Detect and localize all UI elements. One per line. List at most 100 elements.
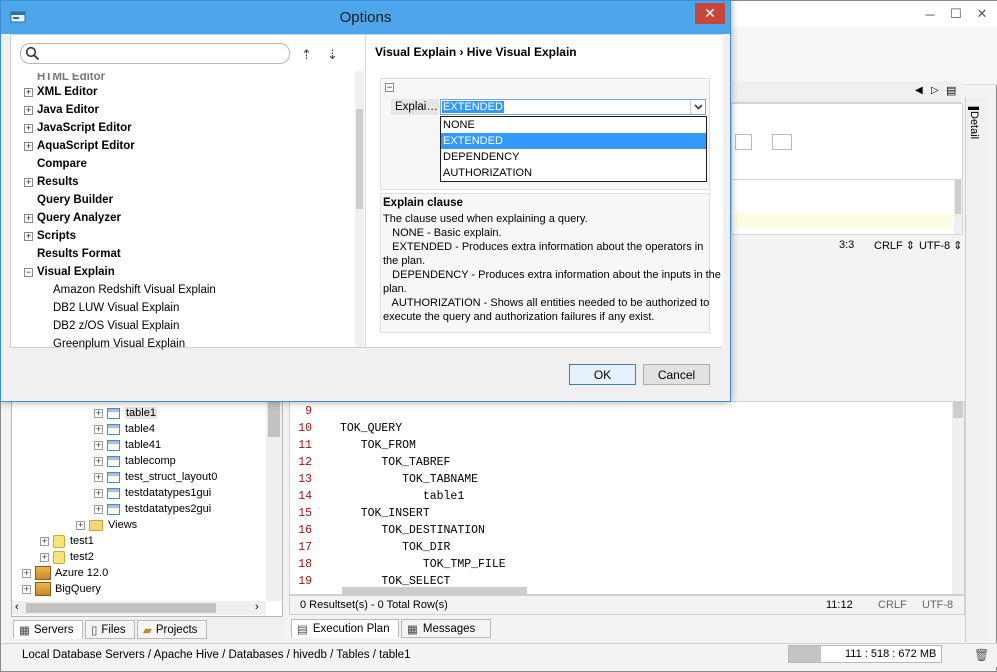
nav-item[interactable]: Compare — [37, 155, 87, 173]
nav-item-label: Greenplum Visual Explain — [53, 338, 186, 350]
tab-projects[interactable]: ▰ Projects — [137, 620, 207, 639]
tree-item[interactable]: + table4 — [94, 421, 155, 437]
expand-icon[interactable]: + — [24, 142, 33, 151]
collapse-all-icon[interactable]: ⇣ — [327, 47, 338, 63]
expand-icon[interactable]: + — [24, 88, 33, 97]
nav-item[interactable]: XML Editor — [37, 83, 97, 101]
tree-item[interactable]: + BigQuery — [22, 581, 101, 597]
dropdown-option[interactable]: EXTENDED — [441, 133, 706, 149]
object-path: Local Database Servers / Apache Hive / D… — [22, 649, 411, 661]
tree-expand-icon[interactable]: + — [94, 456, 103, 466]
tree-item[interactable]: + table41 — [94, 437, 161, 453]
code-vertical-scrollbar[interactable] — [952, 402, 964, 594]
expand-icon[interactable]: + — [24, 232, 33, 241]
tab-messages[interactable]: ▦ Messages — [401, 619, 491, 638]
tree-item[interactable]: + testdatatypes1gui — [94, 485, 211, 501]
tree-item[interactable]: + test_struct_layout0 — [94, 469, 217, 485]
tree-expand-icon[interactable]: + — [22, 568, 31, 578]
nav-item[interactable]: Scripts — [37, 227, 76, 245]
memory-indicator[interactable]: 111 : 518 : 672 MB — [788, 645, 942, 663]
collapse-icon[interactable]: − — [24, 268, 33, 277]
nav-item[interactable]: HTML Editor — [37, 73, 105, 83]
properties-field-right[interactable] — [772, 134, 792, 150]
tree-expand-icon[interactable]: + — [94, 472, 103, 482]
nav-item[interactable]: Java Editor — [37, 101, 99, 119]
tree-expand-icon[interactable]: + — [40, 536, 49, 546]
line-number: 11 — [298, 439, 312, 452]
tree-expand-icon[interactable]: + — [76, 520, 85, 530]
tree-horizontal-scrollbar[interactable]: ‹ › — [12, 601, 266, 615]
tree-expand-icon[interactable]: + — [94, 488, 103, 498]
nav-scroll-thumb[interactable] — [356, 109, 363, 209]
tree-item-label: test1 — [70, 535, 94, 547]
cancel-button[interactable]: Cancel — [643, 364, 710, 385]
nav-item[interactable]: Visual Explain — [37, 263, 115, 281]
tree-scroll-thumb[interactable] — [268, 401, 280, 437]
expand-all-icon[interactable]: ⇡ — [301, 47, 312, 63]
app-maximize-button[interactable]: ☐ — [943, 3, 969, 25]
tree-expand-icon[interactable]: + — [94, 440, 103, 450]
properties-field-left[interactable] — [735, 134, 752, 150]
tree-hscroll-thumb[interactable] — [26, 603, 216, 613]
code-horizontal-scroll-thumb[interactable] — [342, 587, 527, 595]
tree-expand-icon[interactable]: + — [22, 584, 31, 594]
detail-tab[interactable]: Detail — [968, 111, 980, 139]
line-ending-selector[interactable]: CRLF ⇕ — [874, 239, 915, 252]
scroll-right-icon[interactable]: › — [255, 601, 259, 613]
dropdown-option[interactable]: AUTHORIZATION — [441, 165, 706, 181]
nav-item[interactable]: Query Builder — [37, 191, 113, 209]
tree-item[interactable]: + testdatatypes2gui — [94, 501, 211, 517]
expand-icon[interactable]: + — [24, 124, 33, 133]
tree-item[interactable]: + test1 — [40, 533, 94, 549]
tree-item[interactable]: + table1 — [94, 405, 157, 421]
tab-execution-plan[interactable]: ▤ Execution Plan — [291, 619, 399, 638]
explain-clause-dropdown[interactable]: NONE EXTENDED DEPENDENCY AUTHORIZATION — [440, 116, 707, 182]
explain-clause-select[interactable]: EXTENDED — [440, 99, 706, 115]
tab-files[interactable]: ▯ Files — [85, 620, 135, 639]
nav-item[interactable]: DB2 LUW Visual Explain — [53, 299, 179, 317]
tree-item[interactable]: + Azure 12.0 — [22, 565, 108, 581]
options-search-input[interactable] — [20, 43, 290, 64]
nav-item[interactable]: Results Format — [37, 245, 121, 263]
code-line: TOK_FROM — [340, 439, 416, 452]
explain-output-editor[interactable]: 9 10 TOK_QUERY 11 TOK_FROM 12 TOK_TABREF 13 T… — [289, 401, 965, 595]
tree-expand-icon[interactable]: + — [40, 552, 49, 562]
nav-item[interactable]: Greenplum Visual Explain — [53, 335, 185, 353]
nav-item[interactable]: JavaScript Editor — [37, 119, 132, 137]
ok-button[interactable]: OK — [569, 364, 636, 385]
expand-icon[interactable]: + — [24, 106, 33, 115]
nav-item-label: Scripts — [37, 230, 76, 242]
nav-item[interactable]: Amazon Redshift Visual Explain — [53, 281, 216, 299]
tab-scroll-left-icon[interactable]: ◀ — [915, 85, 923, 96]
server-tree[interactable]: + table1 + table4 + table41 + tablecomp + test_st… — [11, 401, 283, 617]
nav-item[interactable]: DB2 z/OS Visual Explain — [53, 317, 179, 335]
dropdown-option[interactable]: DEPENDENCY — [441, 149, 706, 165]
tree-expand-icon[interactable]: + — [94, 504, 103, 514]
expand-icon[interactable]: + — [24, 178, 33, 187]
tree-vertical-scrollbar[interactable] — [266, 401, 282, 601]
tree-item[interactable]: + Views — [76, 517, 137, 533]
dropdown-option[interactable]: NONE — [441, 117, 706, 133]
tab-list-icon[interactable]: ▤ — [946, 84, 956, 97]
trash-icon[interactable]: 🗑 — [974, 648, 989, 662]
app-minimize-button[interactable]: ─ — [917, 3, 943, 25]
nav-scrollbar[interactable] — [355, 71, 364, 347]
nav-item[interactable]: Results — [37, 173, 79, 191]
tree-expand-icon[interactable]: + — [94, 424, 103, 434]
dialog-close-button[interactable]: ✕ — [695, 3, 725, 24]
nav-item[interactable]: AquaScript Editor — [37, 137, 135, 155]
chevron-down-icon[interactable] — [690, 100, 705, 114]
editor-top-scrollbar[interactable] — [954, 180, 962, 234]
app-close-button[interactable]: ✕ — [969, 3, 995, 25]
tab-scroll-right-icon[interactable]: ▷ — [931, 85, 939, 96]
encoding-selector[interactable]: UTF-8 ⇕ — [919, 239, 962, 252]
tab-servers[interactable]: ▦ Servers — [13, 620, 83, 639]
tree-expand-icon[interactable]: + — [94, 408, 103, 418]
nav-item-label: Query Builder — [37, 194, 114, 206]
category-collapse-icon[interactable]: − — [385, 83, 394, 92]
nav-item[interactable]: Query Analyzer — [37, 209, 121, 227]
tree-item[interactable]: + tablecomp — [94, 453, 176, 469]
scroll-left-icon[interactable]: ‹ — [15, 601, 19, 613]
expand-icon[interactable]: + — [24, 214, 33, 223]
tree-item[interactable]: + test2 — [40, 549, 94, 565]
